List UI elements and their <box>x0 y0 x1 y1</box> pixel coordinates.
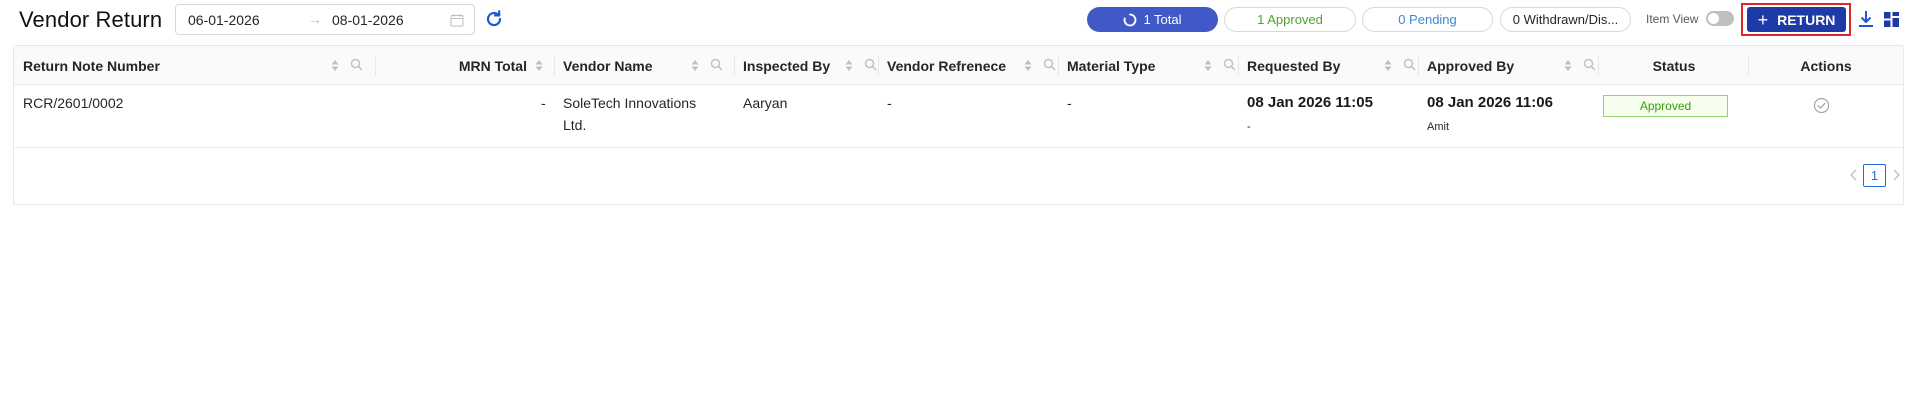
column-title: Status <box>1652 57 1696 74</box>
return-button-label: RETURN <box>1777 11 1836 28</box>
filter-withdrawn-button[interactable]: 0 Withdrawn/Dis... <box>1500 7 1631 32</box>
column-title: Return Note Number <box>23 57 160 74</box>
search-icon[interactable] <box>710 58 723 71</box>
approved-at: 08 Jan 2026 11:06 <box>1427 94 1553 111</box>
item-view-toggle[interactable] <box>1706 11 1734 26</box>
column-header-approved-by[interactable]: Approved By <box>1419 46 1599 85</box>
column-title: Vendor Name <box>563 57 653 74</box>
download-icon[interactable] <box>1857 9 1875 29</box>
page-header: Vendor Return 06-01-2026 → 08-01-2026 1 … <box>0 0 1912 40</box>
search-icon[interactable] <box>1583 58 1596 71</box>
column-header-requested-by[interactable]: Requested By <box>1239 46 1419 85</box>
column-header-actions: Actions <box>1749 46 1903 85</box>
sort-icon[interactable] <box>1203 58 1213 73</box>
table-header: Return Note Number MRN Total Vendor Name… <box>14 46 1903 85</box>
search-icon[interactable] <box>1043 58 1056 71</box>
column-header-status: Status <box>1599 46 1749 85</box>
vendor-reference: - <box>887 95 892 111</box>
inspected-by: Aaryan <box>743 95 788 111</box>
vendor-return-table: Return Note Number MRN Total Vendor Name… <box>13 45 1904 205</box>
vendor-name: SoleTech Innovations <box>563 95 697 111</box>
mrn-total: - <box>541 95 546 111</box>
search-icon[interactable] <box>350 58 363 71</box>
sort-icon[interactable] <box>844 58 854 73</box>
date-range-separator: → <box>308 11 322 27</box>
column-header-return-note[interactable]: Return Note Number <box>14 46 376 85</box>
page-title: Vendor Return <box>19 7 163 32</box>
loading-icon <box>1124 13 1137 26</box>
plus-icon: + <box>1757 9 1769 30</box>
requested-by: - <box>1247 121 1251 133</box>
pagination-page-button[interactable]: 1 <box>1863 164 1886 187</box>
filter-approved-button[interactable]: 1 Approved <box>1224 7 1356 32</box>
filter-total-label: 1 Total <box>1143 12 1182 27</box>
search-icon[interactable] <box>1403 58 1416 71</box>
column-title: Requested By <box>1247 57 1341 74</box>
column-title: Material Type <box>1067 57 1156 74</box>
sort-icon[interactable] <box>1383 58 1393 73</box>
add-return-button[interactable]: + RETURN <box>1747 7 1846 32</box>
toggle-knob <box>1708 13 1719 24</box>
search-icon[interactable] <box>864 58 877 71</box>
column-title: Inspected By <box>743 57 831 74</box>
calendar-icon <box>450 14 464 27</box>
column-header-vendor-name[interactable]: Vendor Name <box>555 46 735 85</box>
requested-at: 08 Jan 2026 11:05 <box>1247 94 1373 111</box>
date-range-picker[interactable]: 06-01-2026 → 08-01-2026 <box>175 4 475 35</box>
column-header-inspected-by[interactable]: Inspected By <box>735 46 879 85</box>
filter-pending-label: 0 Pending <box>1398 12 1457 27</box>
sort-icon[interactable] <box>534 58 544 73</box>
start-date-input[interactable]: 06-01-2026 <box>188 12 260 28</box>
sort-icon[interactable] <box>1023 58 1033 73</box>
sort-icon[interactable] <box>1563 58 1573 73</box>
end-date-input[interactable]: 08-01-2026 <box>332 12 404 28</box>
sort-icon[interactable] <box>690 58 700 73</box>
column-title: Actions <box>1800 57 1852 74</box>
sort-icon[interactable] <box>330 58 340 73</box>
check-circle-icon[interactable] <box>1813 97 1830 114</box>
column-title: Vendor Refrenece <box>887 57 1007 74</box>
filter-total-button[interactable]: 1 Total <box>1087 7 1218 32</box>
status-badge: Approved <box>1603 95 1728 117</box>
item-view-label: Item View <box>1646 12 1699 26</box>
approved-by: Amit <box>1427 121 1449 133</box>
column-header-material-type[interactable]: Material Type <box>1059 46 1239 85</box>
column-header-mrn-total[interactable]: MRN Total <box>376 46 555 85</box>
refresh-icon[interactable] <box>484 9 504 29</box>
filter-withdrawn-label: 0 Withdrawn/Dis... <box>1512 12 1619 27</box>
grid-layout-icon[interactable] <box>1884 12 1899 27</box>
vendor-name-continued: Ltd. <box>563 117 587 133</box>
material-type: - <box>1067 95 1072 111</box>
filter-approved-label: 1 Approved <box>1257 12 1323 27</box>
chevron-left-icon[interactable] <box>1848 168 1860 182</box>
filter-pending-button[interactable]: 0 Pending <box>1362 7 1493 32</box>
search-icon[interactable] <box>1223 58 1236 71</box>
chevron-right-icon[interactable] <box>1890 168 1902 182</box>
column-title: MRN Total <box>458 57 527 74</box>
column-title: Approved By <box>1427 57 1515 74</box>
column-header-vendor-reference[interactable]: Vendor Refrenece <box>879 46 1059 85</box>
return-note-number[interactable]: RCR/2601/0002 <box>23 92 123 114</box>
